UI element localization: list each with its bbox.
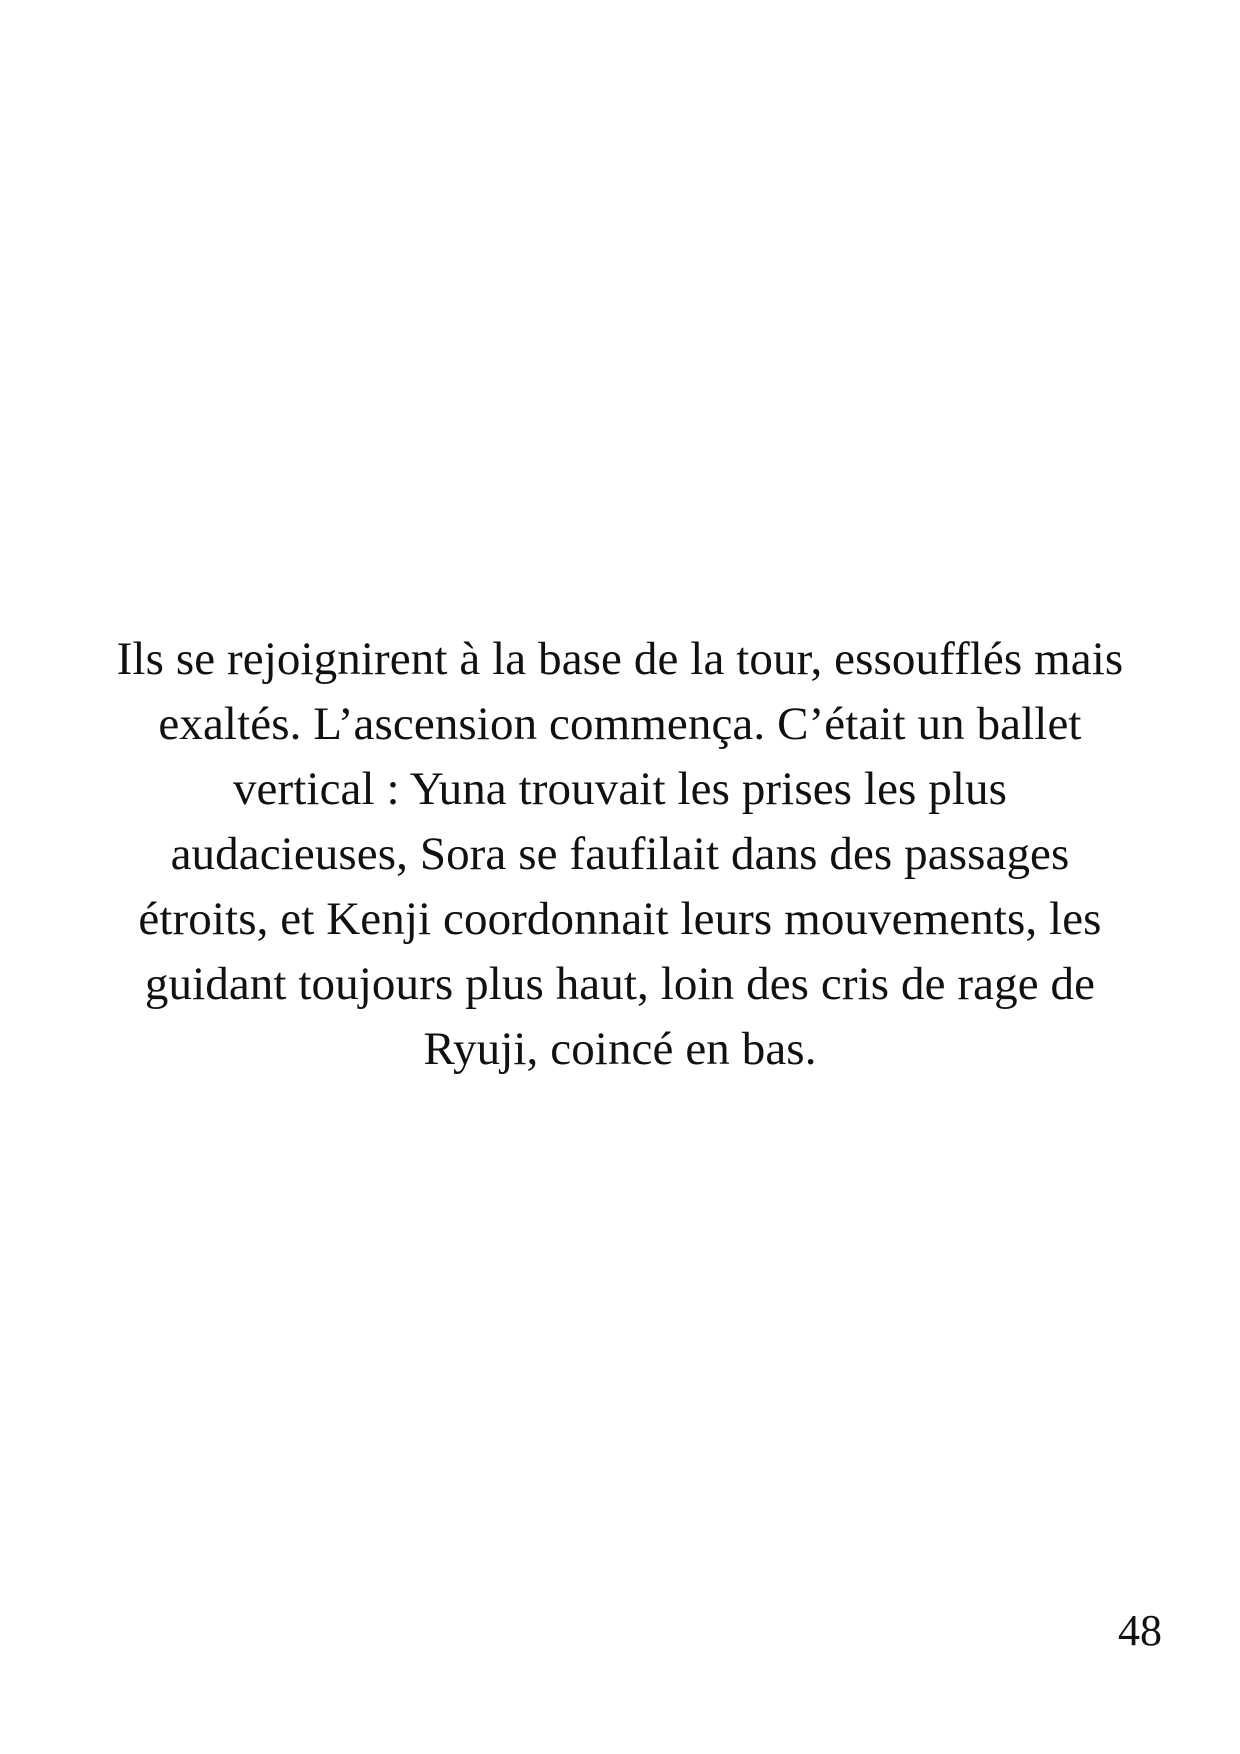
book-page: Ils se rejoignirent à la base de la tour…	[0, 0, 1240, 1754]
page-number: 48	[1118, 1606, 1162, 1655]
paragraph-line: vertical : Yuna trouvait les prises les …	[232, 763, 1008, 815]
paragraph-line: étroits, et Kenji coordonnait leurs mouv…	[138, 893, 1102, 945]
paragraph-line: exaltés. L’ascension commença. C’était u…	[158, 698, 1082, 750]
paragraph-line: Ryuji, coincé en bas.	[423, 1023, 817, 1075]
body-paragraph: Ils se rejoignirent à la base de la tour…	[60, 627, 1180, 1082]
paragraph-line: audacieuses, Sora se faufilait dans des …	[170, 828, 1070, 880]
paragraph-line: guidant toujours plus haut, loin des cri…	[144, 958, 1096, 1010]
paragraph-line: Ils se rejoignirent à la base de la tour…	[116, 633, 1124, 685]
